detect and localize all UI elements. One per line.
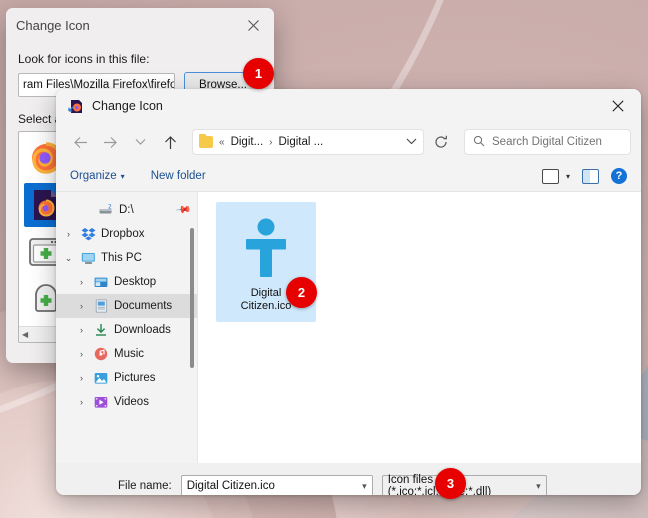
file-name-line1: Digital	[250, 287, 282, 299]
videos-icon	[93, 394, 109, 410]
breadcrumb-part-1[interactable]: Digital ...	[279, 136, 324, 148]
chevron-down-icon[interactable]	[126, 128, 154, 156]
view-button[interactable]: ▾	[541, 168, 570, 184]
svg-text:2: 2	[108, 204, 112, 211]
file-name-label: File name:	[118, 480, 172, 492]
tree-item-this-pc[interactable]: ⌄ This PC	[56, 246, 197, 270]
tree-item-pictures[interactable]: › Pictures	[56, 366, 197, 390]
file-name-line2: Citizen.ico	[240, 300, 292, 312]
tree-item-label: Desktop	[114, 276, 157, 288]
organize-label: Organize	[70, 170, 117, 182]
pictures-icon	[93, 370, 109, 386]
file-name-input[interactable]: Digital Citizen.ico ▾	[180, 475, 373, 495]
chevron-right-icon[interactable]: ›	[75, 349, 88, 359]
caret-down-icon[interactable]: ▾	[362, 481, 367, 492]
chevron-down-icon[interactable]	[406, 137, 417, 148]
breadcrumb[interactable]: « Digit... › Digital ...	[192, 129, 424, 155]
tree-item-label: This PC	[101, 252, 142, 264]
chevron-right-icon[interactable]: ›	[75, 397, 88, 407]
breadcrumb-part-0[interactable]: Digit...	[231, 136, 264, 148]
tree-item-label: Pictures	[114, 372, 156, 384]
open-dialog-title: Change Icon	[92, 99, 163, 113]
tree-item-documents[interactable]: › Documents	[56, 294, 197, 318]
tree-item-label: Music	[114, 348, 145, 360]
chevron-right-icon[interactable]: ›	[75, 301, 88, 311]
desktop-icon	[93, 274, 109, 290]
tree-item-label: Videos	[114, 396, 149, 408]
step-badge-2: 2	[286, 277, 317, 308]
navigation-bar: « Digit... › Digital ... Search Digital …	[56, 123, 641, 161]
digital-citizen-ico-thumbnail	[235, 216, 297, 281]
dialog-footer: File name: Digital Citizen.ico ▾ Icon fi…	[56, 463, 641, 495]
breadcrumb-prefix: «	[219, 136, 225, 148]
this-pc-icon	[80, 250, 96, 266]
step-badge-3: 3	[435, 468, 466, 499]
dialog-content: 2 D:\ 📌 › Dropbox ⌄ This PC › Desktop › …	[56, 192, 641, 463]
chevron-right-icon[interactable]: ›	[75, 373, 88, 383]
tree-item-label: D:\	[119, 204, 134, 216]
open-dialog-titlebar[interactable]: Change Icon	[56, 89, 641, 123]
tree-item-music[interactable]: › Music	[56, 342, 197, 366]
close-icon[interactable]	[232, 10, 274, 40]
caret-down-icon: ▾	[120, 171, 125, 181]
file-list[interactable]: Digital Citizen.ico	[198, 192, 641, 463]
tree-item-label: Downloads	[114, 324, 171, 336]
search-icon	[473, 135, 485, 150]
tree-item-label: Documents	[114, 300, 173, 312]
arrow-left-icon[interactable]	[66, 128, 94, 156]
arrow-right-icon[interactable]	[96, 128, 124, 156]
arrow-up-icon[interactable]	[156, 128, 184, 156]
refresh-icon[interactable]	[428, 129, 454, 155]
scroll-left-icon[interactable]: ◀	[22, 330, 28, 339]
dropbox-icon	[80, 226, 96, 242]
tree-item-label: Dropbox	[101, 228, 145, 240]
file-name-value: Digital Citizen.ico	[186, 480, 275, 492]
pin-icon[interactable]: 📌	[174, 202, 191, 218]
tree-item-videos[interactable]: › Videos	[56, 390, 197, 414]
chevron-right-icon[interactable]: ›	[75, 277, 88, 287]
navigation-tree: 2 D:\ 📌 › Dropbox ⌄ This PC › Desktop › …	[56, 192, 197, 463]
change-icon-title: Change Icon	[16, 17, 90, 33]
music-icon	[93, 346, 109, 362]
network-drive-icon: 2	[98, 202, 114, 218]
caret-down-icon[interactable]: ▾	[536, 481, 541, 492]
downloads-icon	[93, 322, 109, 338]
chevron-right-icon[interactable]: ›	[62, 229, 75, 239]
open-file-dialog: Change Icon « Digit... › Digital ... Sea…	[56, 89, 641, 495]
new-folder-button[interactable]: New folder	[151, 170, 206, 182]
folder-icon	[199, 133, 213, 148]
tree-scrollbar[interactable]	[190, 228, 194, 368]
chevron-right-icon[interactable]: ›	[75, 325, 88, 335]
documents-icon	[93, 298, 109, 314]
tree-item-dropbox[interactable]: › Dropbox	[56, 222, 197, 246]
preview-pane-icon[interactable]	[582, 168, 599, 184]
search-placeholder: Search Digital Citizen	[492, 136, 602, 148]
chevron-down-icon[interactable]: ⌄	[62, 253, 75, 264]
search-input[interactable]: Search Digital Citizen	[464, 129, 631, 155]
view-icon	[541, 168, 559, 184]
look-for-icons-label: Look for icons in this file:	[18, 52, 150, 66]
tree-item-d-drive[interactable]: 2 D:\ 📌	[56, 198, 197, 222]
change-icon-titlebar[interactable]: Change Icon	[6, 8, 274, 42]
caret-down-icon: ▾	[565, 171, 570, 181]
organize-button[interactable]: Organize ▾	[70, 170, 125, 182]
close-icon[interactable]	[595, 89, 641, 123]
tree-item-downloads[interactable]: › Downloads	[56, 318, 197, 342]
step-badge-1: 1	[243, 58, 274, 89]
breadcrumb-separator: ›	[269, 136, 273, 148]
command-bar: Organize ▾ New folder ▾ ?	[56, 161, 641, 192]
tree-item-desktop[interactable]: › Desktop	[56, 270, 197, 294]
help-icon[interactable]: ?	[611, 168, 627, 184]
change-icon-app-icon	[68, 98, 85, 115]
